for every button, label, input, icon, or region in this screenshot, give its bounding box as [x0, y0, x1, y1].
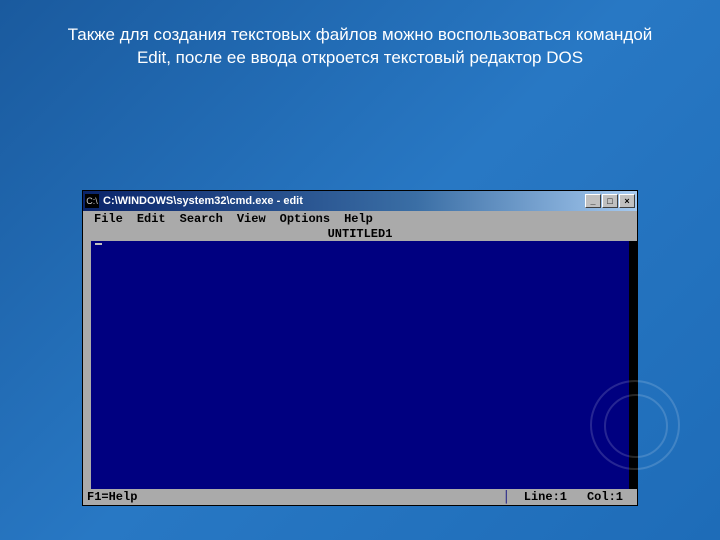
status-help: F1=Help [87, 490, 147, 504]
text-cursor [95, 243, 102, 245]
window-controls: _ □ × [585, 194, 635, 208]
editor-body[interactable] [83, 241, 637, 489]
cmd-window: C:\ C:\WINDOWS\system32\cmd.exe - edit _… [82, 190, 638, 506]
status-line: Line:1 [514, 490, 577, 504]
document-title-row: UNTITLED1 [83, 227, 637, 241]
menu-view[interactable]: View [230, 212, 273, 226]
slide-caption: Также для создания текстовых файлов можн… [0, 0, 720, 70]
status-col-value: 1 [616, 490, 623, 504]
status-line-label: Line: [524, 490, 560, 504]
menu-search[interactable]: Search [173, 212, 230, 226]
status-line-value: 1 [560, 490, 567, 504]
menu-file[interactable]: File [87, 212, 130, 226]
system-menu-icon[interactable]: C:\ [85, 194, 99, 208]
status-divider-icon: │ [499, 490, 514, 504]
menu-options[interactable]: Options [273, 212, 337, 226]
titlebar[interactable]: C:\ C:\WINDOWS\system32\cmd.exe - edit _… [83, 191, 637, 211]
status-col: Col:1 [577, 490, 633, 504]
status-col-label: Col: [587, 490, 616, 504]
menubar: File Edit Search View Options Help [83, 211, 637, 227]
window-title: C:\WINDOWS\system32\cmd.exe - edit [103, 195, 585, 207]
menu-help[interactable]: Help [337, 212, 380, 226]
document-title: UNTITLED1 [324, 227, 397, 241]
minimize-button[interactable]: _ [585, 194, 601, 208]
maximize-button[interactable]: □ [602, 194, 618, 208]
dos-editor: File Edit Search View Options Help UNTIT… [83, 211, 637, 505]
statusbar: F1=Help │ Line:1 Col:1 [83, 489, 637, 505]
close-button[interactable]: × [619, 194, 635, 208]
menu-edit[interactable]: Edit [130, 212, 173, 226]
